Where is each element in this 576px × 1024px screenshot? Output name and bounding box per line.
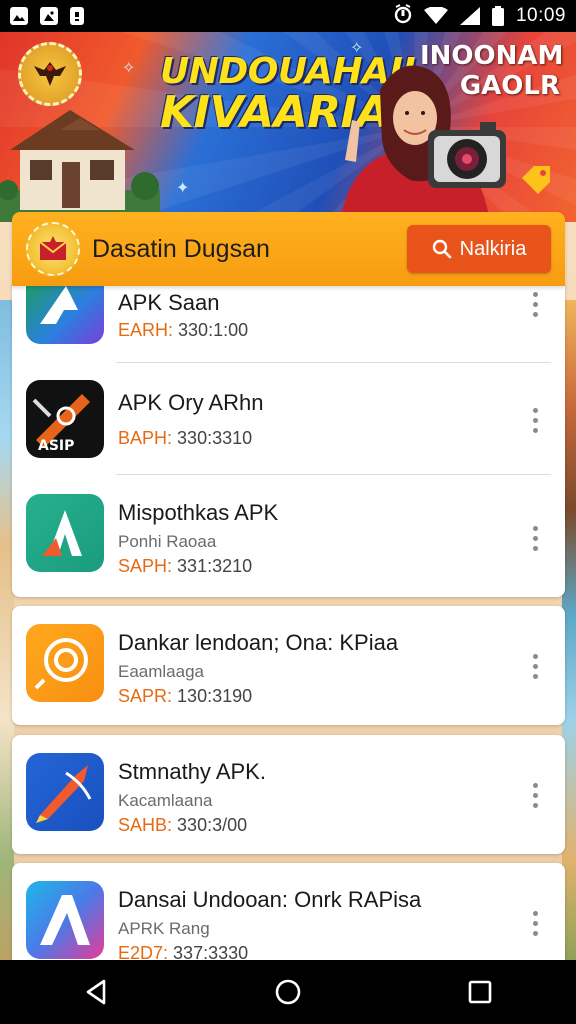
svg-text:ASIP: ASIP bbox=[38, 438, 74, 454]
app-list-card: APK Saan EARH: 330:1:00 ASIP APK Ory ARh… bbox=[12, 284, 565, 597]
house-illustration bbox=[0, 90, 160, 222]
app-meta-value: 330:3310 bbox=[177, 428, 253, 448]
spiral-app-icon bbox=[26, 624, 104, 702]
app-meta-key: EARH: bbox=[118, 320, 174, 340]
section-badge-icon bbox=[26, 222, 80, 276]
hammer-app-icon[interactable]: ASIP bbox=[26, 380, 104, 458]
app-name: Mispothkas APK bbox=[118, 500, 279, 525]
app-subtitle: APRK Rang bbox=[118, 919, 210, 938]
gallery-icon bbox=[10, 7, 28, 25]
list-item[interactable]: APK Saan EARH: 330:1:00 bbox=[118, 290, 505, 341]
app-name: APK Saan bbox=[118, 290, 220, 315]
search-button[interactable]: Nalkiria bbox=[407, 225, 551, 273]
list-item: Stmnathy APK. Kacamlaana SAHB: 330:3/00 bbox=[118, 759, 505, 836]
app-name: Dansai Undooan: Onrk RAPisa bbox=[118, 887, 422, 912]
promo-banner[interactable]: ✧ ✦ ✧ UNDOUAHAII KIVAARIA INOONAM GAOLR bbox=[0, 32, 576, 222]
sparkle-icon: ✧ bbox=[122, 60, 136, 77]
battery-icon bbox=[491, 6, 504, 26]
more-options-icon[interactable] bbox=[523, 402, 547, 438]
gradient-a-app-icon bbox=[26, 881, 104, 959]
app-meta: SAHB: 330:3/00 bbox=[118, 815, 505, 836]
app-meta: EARH: 330:1:00 bbox=[118, 320, 505, 341]
app-meta-key: SAHB: bbox=[118, 815, 173, 835]
notification-icon bbox=[70, 7, 84, 25]
status-time: 10:09 bbox=[515, 5, 566, 26]
app-name: Stmnathy APK. bbox=[118, 759, 266, 784]
banner-right-text-line2: GAOLR bbox=[459, 70, 560, 101]
more-options-icon[interactable] bbox=[523, 520, 547, 556]
banner-right-text-line1: INOONAM bbox=[420, 41, 564, 71]
banner-right-text: INOONAM GAOLR bbox=[420, 41, 564, 102]
app-meta: BAPH: 330:3310 bbox=[118, 428, 505, 449]
more-options-icon[interactable] bbox=[523, 286, 547, 322]
image-icon bbox=[40, 7, 58, 25]
letter-a-app-icon[interactable] bbox=[26, 494, 104, 572]
back-icon[interactable] bbox=[66, 962, 126, 1022]
app-meta-key: SAPH: bbox=[118, 556, 173, 576]
wifi-icon bbox=[423, 7, 448, 25]
app-subtitle: Ponhi Raoaa bbox=[118, 532, 217, 551]
divider bbox=[116, 362, 551, 363]
price-tag-icon bbox=[518, 162, 554, 198]
app-meta: SAPH: 331:3210 bbox=[118, 556, 505, 577]
app-meta-value: 331:3210 bbox=[177, 556, 253, 576]
app-meta-value: 330:1:00 bbox=[178, 320, 249, 340]
app-meta: SAPR: 130:3190 bbox=[118, 686, 505, 707]
signal-icon bbox=[459, 7, 480, 25]
list-item: Dankar lendoan; Ona: KPiaa Eaamlaaga SAP… bbox=[118, 630, 505, 707]
more-options-icon[interactable] bbox=[523, 905, 547, 941]
list-item[interactable]: APK Ory ARhn BAPH: 330:3310 bbox=[118, 390, 505, 449]
app-meta-value: 130:3190 bbox=[177, 686, 253, 706]
alarm-icon bbox=[394, 3, 412, 29]
pencil-app-icon bbox=[26, 753, 104, 831]
app-list-card[interactable]: Dankar lendoan; Ona: KPiaa Eaamlaaga SAP… bbox=[12, 606, 565, 725]
app-list-card[interactable]: Stmnathy APK. Kacamlaana SAHB: 330:3/00 bbox=[12, 735, 565, 854]
app-meta-key: SAPR: bbox=[118, 686, 173, 706]
system-nav-bar bbox=[0, 960, 576, 1024]
status-left-icons bbox=[10, 7, 84, 25]
recents-icon[interactable] bbox=[450, 962, 510, 1022]
app-subtitle: Kacamlaana bbox=[118, 791, 213, 810]
search-button-label: Nalkiria bbox=[459, 237, 527, 260]
home-icon[interactable] bbox=[258, 962, 318, 1022]
app-meta-value: 330:3/00 bbox=[177, 815, 248, 835]
app-subtitle: Eaamlaaga bbox=[118, 662, 205, 681]
status-right-icons: 10:09 bbox=[394, 3, 566, 29]
app-name: APK Ory ARhn bbox=[118, 390, 264, 415]
app-meta-key: BAPH: bbox=[118, 428, 173, 448]
sparkle-icon: ✦ bbox=[176, 180, 190, 197]
list-item: Dansai Undooan: Onrk RAPisa APRK Rang E2… bbox=[118, 887, 505, 964]
blue-arrow-app-icon[interactable] bbox=[26, 284, 104, 344]
search-icon bbox=[432, 239, 451, 259]
app-screen: 10:09 ✧ ✦ ✧ UNDOUAHAII KIVAARIA INOONAM … bbox=[0, 0, 576, 1024]
app-name: Dankar lendoan; Ona: KPiaa bbox=[118, 630, 399, 655]
divider bbox=[116, 474, 551, 475]
more-options-icon[interactable] bbox=[523, 777, 547, 813]
section-title: Dasatin Dugsan bbox=[92, 234, 270, 263]
more-options-icon[interactable] bbox=[523, 648, 547, 684]
list-item[interactable]: Mispothkas APK Ponhi Raoaa SAPH: 331:321… bbox=[118, 500, 505, 577]
status-bar: 10:09 bbox=[0, 0, 576, 32]
section-header: Dasatin Dugsan Nalkiria bbox=[12, 212, 565, 286]
